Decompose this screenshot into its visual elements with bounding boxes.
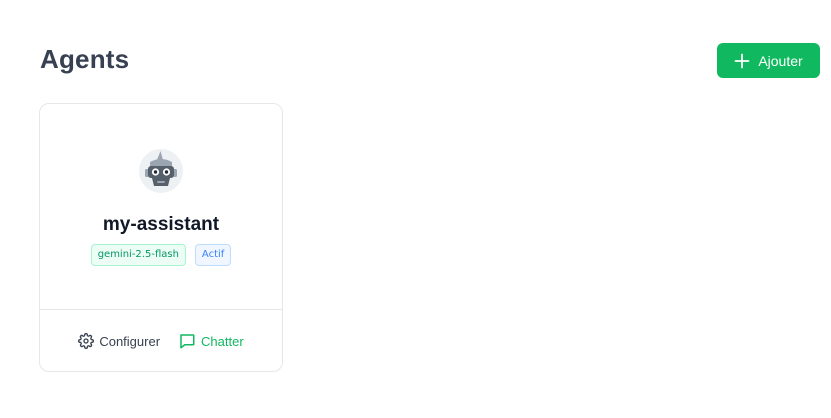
- agents-page: Agents Ajouter my-assistant gemini-2.5-f…: [0, 0, 831, 418]
- plus-icon: [734, 53, 750, 68]
- configure-button[interactable]: Configurer: [78, 333, 160, 349]
- add-agent-button[interactable]: Ajouter: [717, 43, 820, 78]
- chat-button[interactable]: Chatter: [178, 332, 244, 350]
- agent-card-body: my-assistant gemini-2.5-flash Actif: [40, 104, 282, 310]
- agent-badges: gemini-2.5-flash Actif: [90, 244, 232, 266]
- status-badge: Actif: [194, 244, 232, 266]
- agent-card: my-assistant gemini-2.5-flash Actif Conf…: [39, 103, 283, 372]
- gear-icon: [78, 333, 95, 349]
- page-title: Agents: [40, 44, 130, 74]
- add-agent-label: Ajouter: [758, 52, 803, 69]
- chat-label: Chatter: [201, 333, 244, 349]
- agent-card-footer: Configurer Chatter: [40, 310, 282, 372]
- robot-icon: [139, 149, 183, 193]
- chat-bubble-icon: [180, 334, 195, 349]
- agent-name: my-assistant: [102, 214, 220, 235]
- model-badge: gemini-2.5-flash: [90, 244, 186, 266]
- configure-label: Configurer: [99, 333, 161, 349]
